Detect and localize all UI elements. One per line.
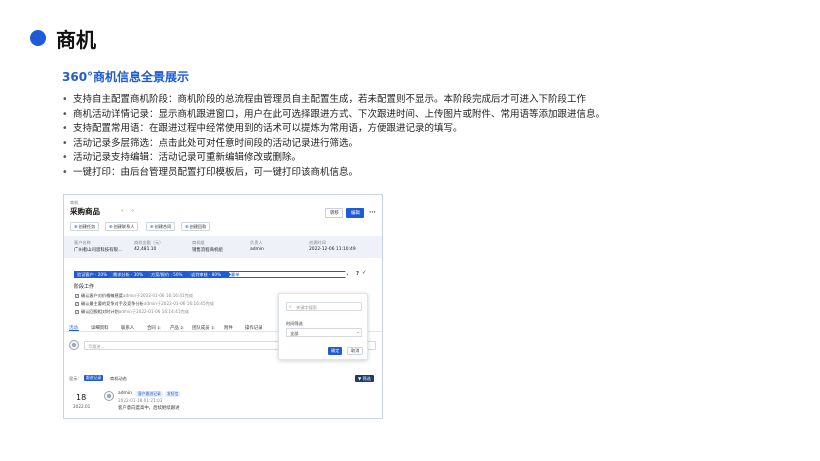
- entry-user: admin: [118, 391, 132, 396]
- stage-step[interactable]: 验证客户 · 20%: [74, 271, 113, 278]
- task-item[interactable]: ✓ 确认回报相对时计划admin于2022-01-06 16:14:41完成: [75, 309, 189, 315]
- stage-step[interactable]: 赢单: [228, 271, 348, 278]
- info-label: 客户名称: [74, 240, 91, 245]
- section-subheading: 360°商机信息全景展示: [62, 70, 190, 84]
- edit-button[interactable]: 编辑: [346, 208, 364, 218]
- feature-list: 支持自主配置商机阶段：商机阶段的总流程由管理员自主配置生成，若未配置则不显示。本…: [62, 93, 782, 181]
- stage-step[interactable]: 方案/报价 · 50%: [148, 271, 191, 278]
- feature-item: 活动记录多层筛选：点击此处可对任意时间段的活动记录进行筛选。: [62, 137, 782, 152]
- checkbox-icon[interactable]: ✓: [75, 302, 79, 306]
- title-bullet-dot: [30, 30, 46, 46]
- stage-work-title: 阶段工作: [74, 284, 95, 290]
- crm-screenshot: 商机 采购商品 ‹ › 转移 编辑 ··· ⊕创建任务 ⊕创建联系人 ⊕创建合同…: [63, 194, 383, 419]
- created-time-value: 2022-12-06 11:10:49: [309, 247, 356, 252]
- create-contact-button[interactable]: ⊕创建联系人: [105, 222, 139, 231]
- page-title: 商机: [56, 28, 96, 52]
- feature-item: 支持自主配置商机阶段：商机阶段的总流程由管理员自主配置生成，若未配置则不显示。本…: [62, 93, 782, 108]
- search-icon: ⌕: [289, 305, 292, 311]
- customer-name-value[interactable]: 广州者山司思科技有限...: [74, 247, 122, 253]
- entry-day: 18: [76, 393, 87, 402]
- feature-item: 商机活动详情记录：显示商机跟进窗口，用户在此可选择跟进方式、下次跟进时间、上传图…: [62, 108, 782, 123]
- count-badge: 1: [156, 326, 161, 330]
- entry-year-month: 2022.01: [73, 404, 91, 409]
- entry-content: 客户意向度高中，后续继续跟进: [118, 406, 180, 411]
- stage-step[interactable]: 需求分析 · 30%: [110, 271, 151, 278]
- avatar: [69, 340, 79, 350]
- more-options-icon[interactable]: ···: [369, 209, 376, 216]
- checkbox-icon[interactable]: ✓: [75, 310, 79, 314]
- checkmark-icon[interactable]: ✓: [362, 270, 367, 276]
- active-tab-indicator: [69, 330, 79, 332]
- plus-circle-icon: ⊕: [109, 224, 113, 229]
- info-label: 创建时间: [309, 240, 326, 245]
- follow-up-placeholder: 写跟进...: [88, 343, 105, 349]
- filter-tag-opportunity-updates[interactable]: 商机动态: [110, 376, 127, 382]
- info-label: 商机组: [192, 240, 205, 245]
- stage-step[interactable]: 谈判审核 · 80%: [188, 271, 231, 278]
- create-payment-button[interactable]: ⊕创建回款: [181, 222, 211, 231]
- prev-record-icon[interactable]: ‹: [121, 208, 123, 214]
- plus-circle-icon: ⊕: [150, 224, 154, 229]
- time-filter-label: 时间筛选: [286, 321, 303, 326]
- amount-value: 42,481.10: [134, 247, 157, 252]
- filter-button[interactable]: ▼ 筛选: [355, 375, 374, 382]
- task-item[interactable]: ✓ 确认最主要的竞争对手及竞争分析admin于2022-01-06 16:16:4…: [75, 301, 214, 307]
- info-label: 负责人: [250, 240, 263, 245]
- confirm-button[interactable]: 确定: [328, 347, 343, 355]
- group-value: 销售流程商机组: [192, 248, 223, 253]
- avatar: [104, 391, 114, 401]
- create-task-button[interactable]: ⊕创建任务: [70, 222, 100, 231]
- feature-item: 活动记录支持编辑：活动记录可重新编辑修改或删除。: [62, 151, 782, 166]
- transfer-button[interactable]: 转移: [325, 208, 343, 218]
- plus-circle-icon: ⊕: [185, 224, 189, 229]
- filter-popover: ⌕ 关键字搜索 时间筛选 全部 ⌄ 确定 取消: [278, 293, 368, 360]
- checkbox-icon[interactable]: ✓: [75, 294, 79, 298]
- time-filter-select[interactable]: 全部 ⌄: [286, 328, 362, 337]
- show-label: 显示:: [69, 376, 79, 381]
- entry-tag: 发短信: [165, 390, 181, 397]
- info-label: 商机金额（元）: [134, 240, 164, 245]
- plus-circle-icon: ⊕: [74, 224, 78, 229]
- feature-item: 支持配置常用语：在跟进过程中经常使用到的话术可以提炼为常用语，方便跟进记录的填写…: [62, 122, 782, 137]
- filter-tag-follow-records[interactable]: 跟进记录: [84, 375, 104, 381]
- help-icon[interactable]: ?: [356, 271, 359, 277]
- keyword-search-placeholder: 关键字搜索: [296, 304, 317, 310]
- record-title: 采购商品: [70, 207, 100, 216]
- entry-time: 2022-01-18 01:21:03: [118, 398, 163, 403]
- task-item[interactable]: ✓ 确认客户对价格敏感度admin于2022-01-06 16:16:41完成: [75, 293, 193, 299]
- owner-value: admin: [250, 247, 264, 252]
- next-record-icon[interactable]: ›: [132, 208, 134, 214]
- create-contract-button[interactable]: ⊕创建合同: [146, 222, 176, 231]
- feature-item: 一键打印：由后台管理员配置打印模板后，可一键打印该商机信息。: [62, 166, 782, 181]
- count-badge: 2: [179, 326, 184, 330]
- count-badge: 1: [210, 326, 215, 330]
- entry-tag: 客户跟进记录: [136, 390, 163, 397]
- chevron-down-icon: ⌄: [356, 329, 360, 335]
- keyword-search-input[interactable]: ⌕ 关键字搜索: [286, 302, 362, 311]
- time-filter-value: 全部: [290, 330, 299, 336]
- cancel-button[interactable]: 取消: [347, 347, 364, 355]
